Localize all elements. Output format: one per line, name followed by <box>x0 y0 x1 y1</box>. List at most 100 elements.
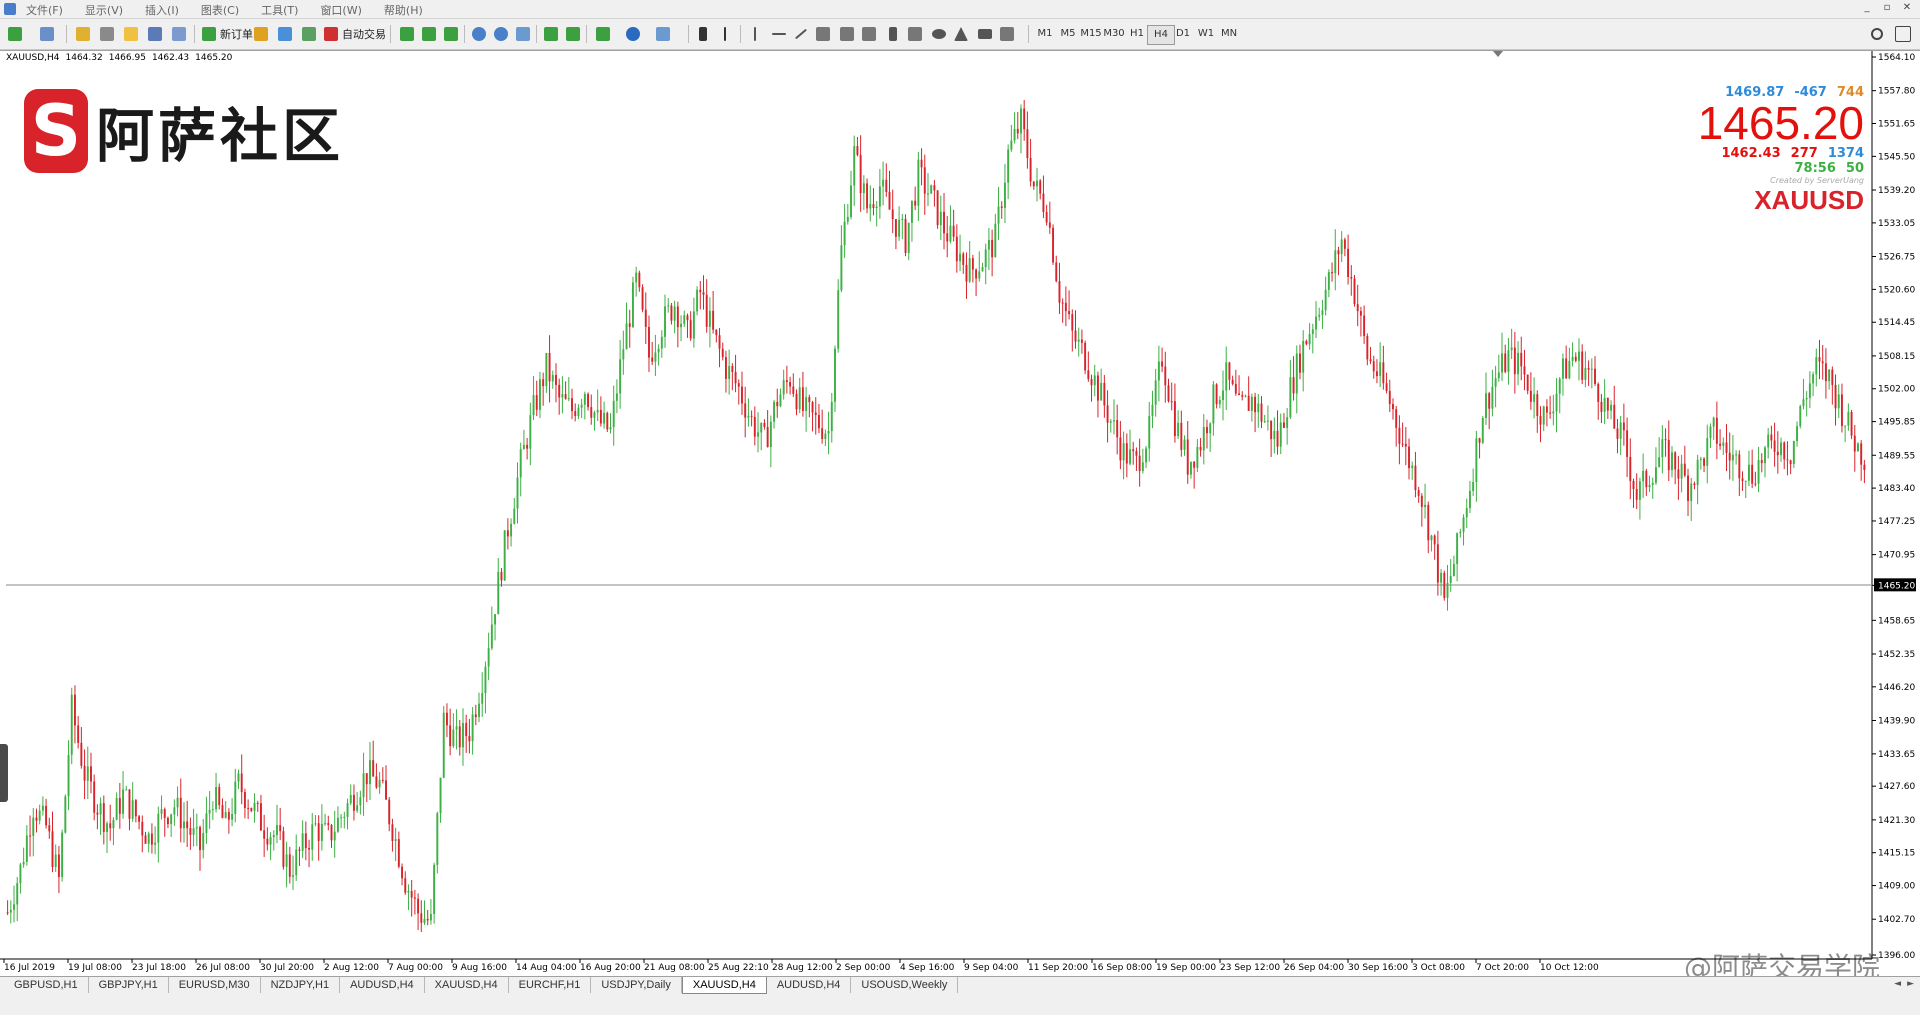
candle-bear <box>426 918 429 921</box>
candle-bull <box>195 827 198 829</box>
triangle-icon[interactable] <box>950 24 972 44</box>
candle-bull <box>1177 422 1180 437</box>
info-volume: 1374 <box>1827 146 1864 161</box>
templates-icon[interactable] <box>652 24 674 44</box>
candle-bull <box>359 797 362 806</box>
zoom-out-icon[interactable] <box>490 24 512 44</box>
candle-bear <box>724 357 727 379</box>
candle-bear <box>1106 405 1109 423</box>
text-icon[interactable] <box>882 24 904 44</box>
menu-window[interactable]: 窗口(W) <box>320 2 361 18</box>
candle-bull <box>205 813 208 834</box>
candle-bear <box>468 736 471 742</box>
menu-insert[interactable]: 插入(I) <box>145 2 179 18</box>
trendline-icon[interactable] <box>790 24 812 44</box>
candlestick-chart-icon[interactable] <box>418 24 440 44</box>
menu-help[interactable]: 帮助(H) <box>384 2 423 18</box>
menu-view[interactable]: 显示(V) <box>85 2 123 18</box>
fibonacci-icon[interactable] <box>858 24 880 44</box>
candle-bear <box>288 854 291 877</box>
side-panel-handle[interactable] <box>0 744 8 802</box>
metaeditor-icon[interactable] <box>250 24 272 44</box>
line-chart-icon[interactable] <box>440 24 462 44</box>
new-chart-icon[interactable] <box>4 24 26 44</box>
crosshair-icon[interactable] <box>714 24 736 44</box>
candle-bear <box>965 264 968 282</box>
candle-bull <box>1757 460 1760 484</box>
candle-bull <box>362 773 365 798</box>
candle-bull <box>1796 426 1799 442</box>
tab-usdjpy-daily[interactable]: USDJPY,Daily <box>591 977 682 993</box>
chat-icon[interactable] <box>1892 24 1914 44</box>
vertical-line-icon[interactable] <box>744 24 766 44</box>
menu-tools[interactable]: 工具(T) <box>261 2 298 18</box>
menu-file[interactable]: 文件(F) <box>26 2 63 18</box>
close-icon[interactable]: ✕ <box>1900 1 1914 15</box>
tile-windows-icon[interactable] <box>512 24 534 44</box>
restore-icon[interactable]: ▫ <box>1880 1 1894 15</box>
data-window-icon[interactable] <box>96 24 118 44</box>
chart-window[interactable]: 1564.10 1557.80 1551.65 1545.50 1539.20 1533.… <box>0 50 1920 976</box>
tab-nzdjpy-h1[interactable]: NZDJPY,H1 <box>261 977 341 993</box>
candle-bull <box>336 817 339 832</box>
candle-bear <box>134 800 137 817</box>
tab-xauusd-h4-active[interactable]: XAUUSD,H4 <box>681 977 767 994</box>
candle-bear <box>1863 464 1866 471</box>
menu-charts[interactable]: 图表(C) <box>201 2 239 18</box>
profiles-icon[interactable] <box>36 24 58 44</box>
cursor-icon[interactable] <box>692 24 714 44</box>
tab-scroll: ◄ ► <box>1894 979 1914 989</box>
candle-bull <box>1189 461 1192 475</box>
auto-trading-button[interactable]: 自动交易 <box>320 24 390 44</box>
strategy-tester-icon[interactable] <box>168 24 190 44</box>
candle-bull <box>994 223 997 258</box>
ellipse-icon[interactable] <box>928 24 950 44</box>
market-icon[interactable] <box>298 24 320 44</box>
periods-icon[interactable] <box>622 24 644 44</box>
candle-bull <box>442 712 445 778</box>
navigator-icon[interactable] <box>120 24 142 44</box>
candle-bear <box>975 269 978 279</box>
tab-audusd-h4[interactable]: AUDUSD,H4 <box>340 977 425 993</box>
tab-scroll-right-icon[interactable]: ► <box>1907 979 1914 989</box>
zoom-in-icon[interactable] <box>468 24 490 44</box>
tab-gbpjpy-h1[interactable]: GBPJPY,H1 <box>89 977 169 993</box>
candle-bear <box>352 794 355 811</box>
candle-bear <box>45 805 48 826</box>
terminal-icon[interactable] <box>144 24 166 44</box>
candle-bull <box>1244 395 1247 397</box>
horizontal-line-icon[interactable] <box>768 24 790 44</box>
candle-bull <box>1411 465 1414 469</box>
equidistant-channel-icon[interactable] <box>812 24 834 44</box>
price-chart[interactable]: 1564.10 1557.80 1551.65 1545.50 1539.20 1533.… <box>0 51 1920 976</box>
indicators-icon[interactable] <box>592 24 614 44</box>
rectangle-icon[interactable] <box>974 24 996 44</box>
candle-bull <box>1465 508 1468 518</box>
candle-bull <box>1610 404 1613 411</box>
tab-audusd-h4-2[interactable]: AUDUSD,H4 <box>767 977 852 993</box>
market-watch-icon[interactable] <box>72 24 94 44</box>
tab-scroll-left-icon[interactable]: ◄ <box>1894 979 1901 989</box>
minimize-icon[interactable]: _ <box>1860 1 1874 15</box>
candle-bear <box>971 258 974 270</box>
text-label-icon[interactable] <box>904 24 926 44</box>
timeframe-mn[interactable]: MN <box>1216 25 1242 43</box>
arrows-icon[interactable] <box>996 24 1018 44</box>
bar-chart-icon[interactable] <box>396 24 418 44</box>
candle-bear <box>946 233 949 242</box>
candle-bull <box>834 348 836 402</box>
autoscroll-icon[interactable] <box>540 24 562 44</box>
candle-bull <box>773 401 776 422</box>
new-order-button[interactable]: 新订单 <box>198 24 257 44</box>
signals-icon[interactable] <box>274 24 296 44</box>
tab-usousd-weekly[interactable]: USOUSD,Weekly <box>851 977 959 993</box>
candle-bear <box>1613 404 1616 429</box>
tab-eurchf-h1[interactable]: EURCHF,H1 <box>509 977 592 993</box>
search-icon[interactable] <box>1866 24 1888 44</box>
tab-eurusd-m30[interactable]: EURUSD,M30 <box>169 977 261 993</box>
tab-xauusd-h4[interactable]: XAUUSD,H4 <box>425 977 509 993</box>
candle-bear <box>1164 366 1167 386</box>
std-deviation-channel-icon[interactable] <box>836 24 858 44</box>
tab-gbpusd-h1[interactable]: GBPUSD,H1 <box>4 977 89 993</box>
chart-shift-icon[interactable] <box>562 24 584 44</box>
